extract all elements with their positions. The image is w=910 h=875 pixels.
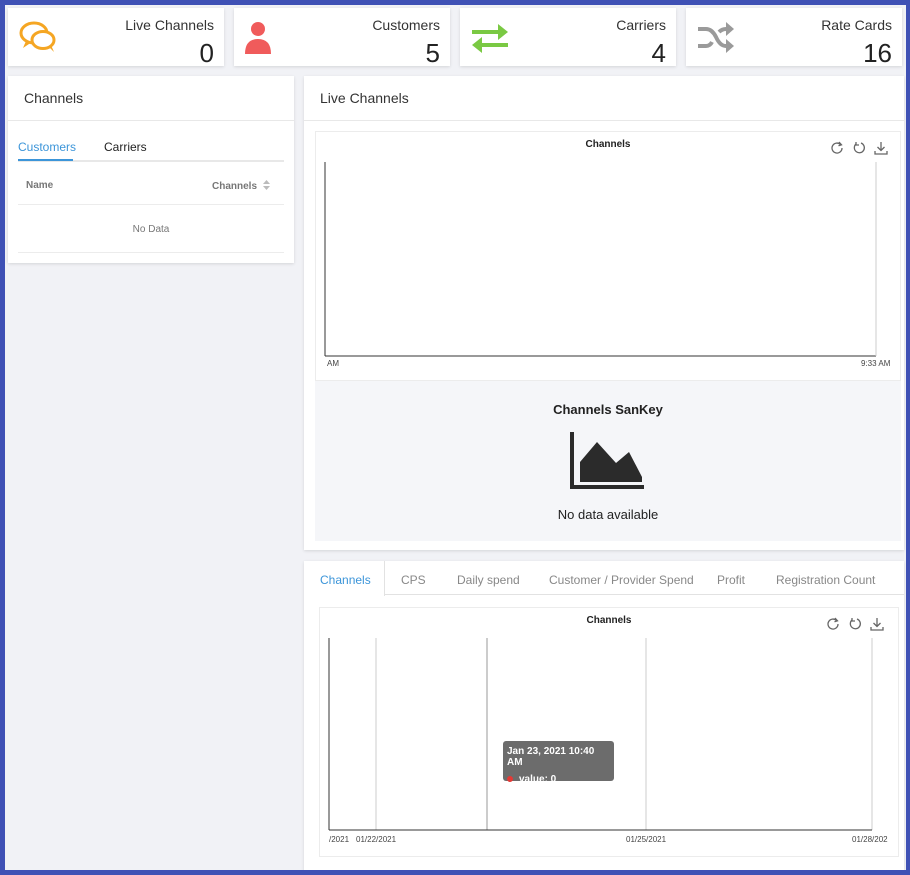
tab-registration-count[interactable]: Registration Count <box>776 573 875 587</box>
stat-label: Live Channels <box>125 17 214 33</box>
stat-value: 4 <box>651 38 666 68</box>
chart-plot-area <box>328 638 873 831</box>
card-title: Live Channels <box>320 90 409 106</box>
stat-card-customers[interactable]: Customers 5 <box>234 8 450 68</box>
shuffle-icon <box>696 20 736 56</box>
tab-cps[interactable]: CPS <box>401 573 426 587</box>
metrics-tab-card: Channels CPS Daily spend Customer / Prov… <box>304 561 904 871</box>
stat-card-rate-cards[interactable]: Rate Cards 16 <box>686 8 902 68</box>
area-chart-icon <box>570 432 645 490</box>
stat-value: 0 <box>199 38 214 68</box>
user-icon <box>244 20 284 56</box>
x-tick-label: /2021 <box>329 835 350 844</box>
stat-label: Carriers <box>616 17 666 33</box>
swap-arrows-icon <box>470 20 510 56</box>
series-marker <box>507 776 513 783</box>
tab-profit[interactable]: Profit <box>717 573 745 587</box>
tooltip-value: value: 0 <box>519 774 557 785</box>
sort-icon[interactable] <box>262 180 270 193</box>
stat-card-carriers[interactable]: Carriers 4 <box>460 8 676 68</box>
column-header-label: Channels <box>212 181 258 193</box>
stat-value: 16 <box>863 38 892 68</box>
sankey-panel: Channels SanKey No data available <box>315 381 901 541</box>
x-tick-label: 01/22/2021 <box>356 835 397 844</box>
chart-tooltip: Jan 23, 2021 10:40 AM value: 0 <box>503 741 614 785</box>
card-title: Channels <box>24 90 84 106</box>
tab-carriers[interactable]: Carriers <box>104 140 147 154</box>
x-tick-label: 01/25/2021 <box>626 835 667 844</box>
sankey-empty-message: No data available <box>557 507 659 522</box>
empty-message: No Data <box>132 224 170 235</box>
sankey-title: Channels SanKey <box>553 402 663 417</box>
tab-daily-spend[interactable]: Daily spend <box>457 573 520 587</box>
tab-channels[interactable]: Channels <box>320 573 371 587</box>
tooltip-value-row: value: 0 <box>507 774 610 785</box>
tab-customer-provider-spend[interactable]: Customer / Provider Spend <box>549 573 694 587</box>
channels-chart: Channels AM 9:33 AM <box>315 131 901 381</box>
stat-value: 5 <box>425 38 440 68</box>
x-tick-label: AM <box>327 359 339 368</box>
chat-bubbles-icon <box>18 20 58 56</box>
tab-customers[interactable]: Customers <box>18 140 76 154</box>
channels-card: Channels Customers Carriers Name Channel… <box>8 76 294 263</box>
column-header-name[interactable]: Name <box>26 180 53 191</box>
divider <box>304 120 904 121</box>
channels-time-chart: Channels /2021 01/22/2021 01/25/2021 01/… <box>319 607 899 857</box>
column-header-channels[interactable]: Channels <box>212 180 270 193</box>
stat-label: Customers <box>372 17 440 33</box>
divider <box>8 120 294 121</box>
x-tick-label: 01/28/202 <box>852 835 888 844</box>
chart-plot-area <box>324 162 877 357</box>
live-channels-card: Live Channels Channels AM 9:33 AM Channe… <box>304 76 904 550</box>
stat-card-live-channels[interactable]: Live Channels 0 <box>8 8 224 68</box>
tooltip-date: Jan 23, 2021 10:40 AM <box>507 746 595 768</box>
active-tab-indicator <box>18 159 73 161</box>
row-divider <box>18 252 284 253</box>
row-divider <box>18 204 284 205</box>
stat-label: Rate Cards <box>821 17 892 33</box>
x-tick-label: 9:33 AM <box>861 359 891 368</box>
